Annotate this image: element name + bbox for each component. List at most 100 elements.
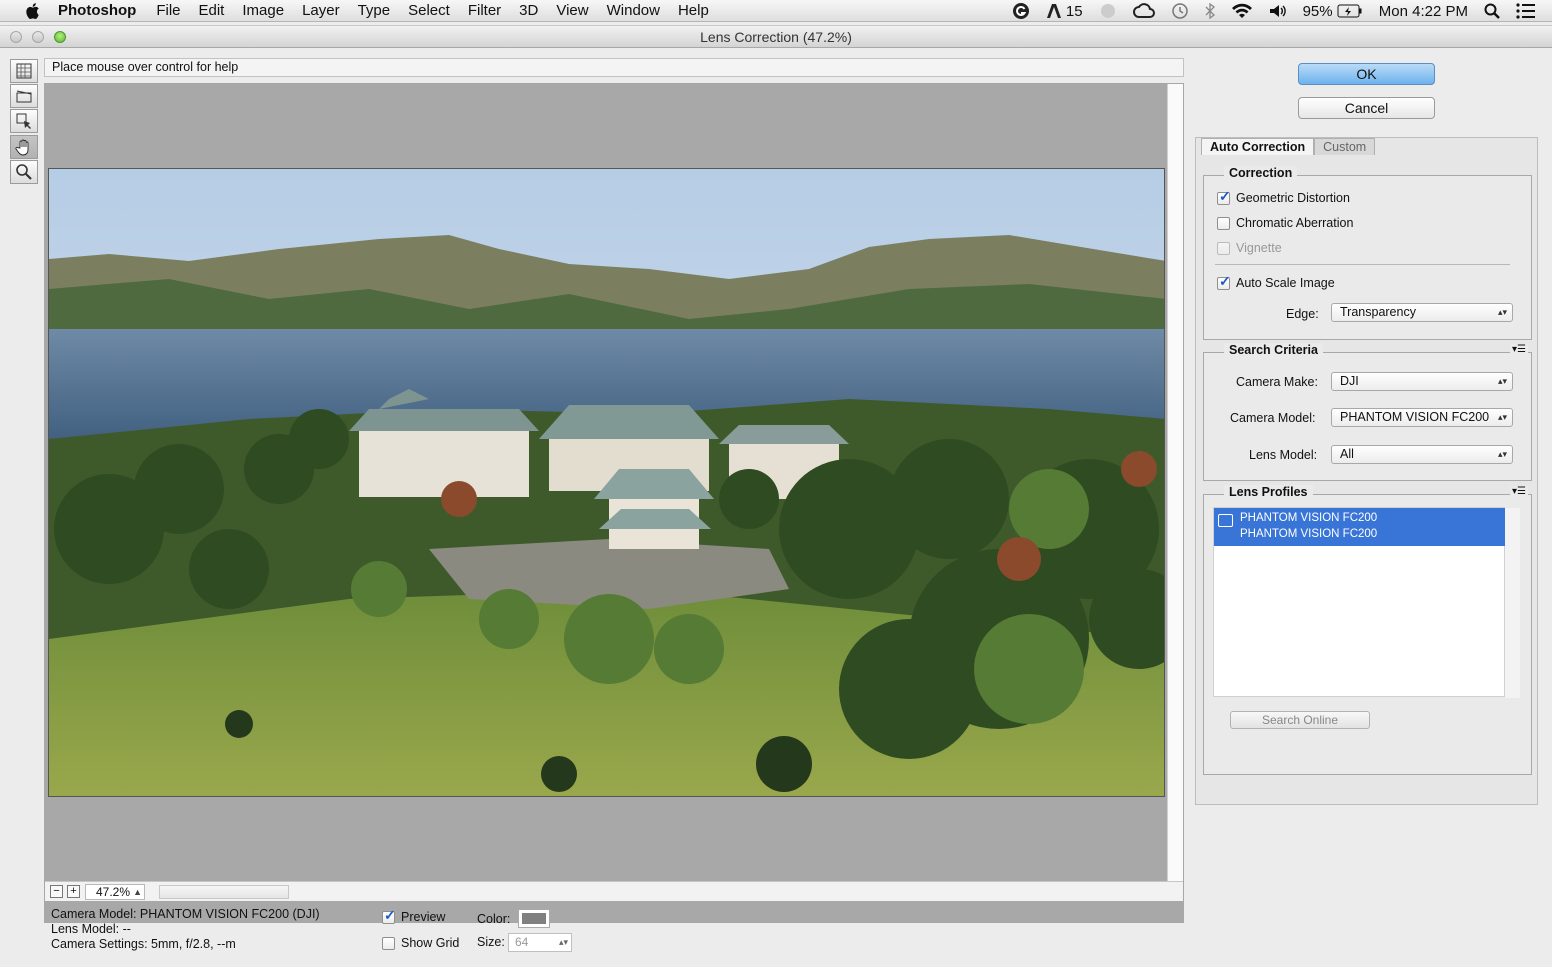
chromatic-aberration-label: Chromatic Aberration (1236, 216, 1354, 230)
lens-profile-line2: PHANTOM VISION FC200 (1240, 528, 1378, 540)
menu-file[interactable]: File (156, 2, 180, 19)
camera-make-select[interactable]: DJI ▴▾ (1331, 372, 1513, 391)
dropdown-arrow-icon: ▴▾ (1497, 412, 1507, 422)
adobe-badge: 15 (1065, 2, 1083, 20)
straighten-tool[interactable] (10, 84, 38, 108)
vignette-checkbox (1217, 241, 1230, 255)
preview-canvas[interactable]: − + 47.2% ▲ (44, 83, 1184, 923)
show-grid-option[interactable]: Show Grid (382, 936, 459, 950)
menu-clock[interactable]: Mon 4:22 PM (1379, 3, 1468, 20)
edge-select[interactable]: Transparency ▴▾ (1331, 303, 1513, 322)
title-bar: Lens Correction (47.2%) (0, 26, 1552, 48)
adobe-icon[interactable]: 15 (1046, 3, 1083, 20)
camera-make-label: Camera Make: (1236, 375, 1318, 389)
panel-menu-icon[interactable]: ▾☰ (1510, 344, 1528, 355)
geometric-distortion-checkbox[interactable] (1217, 188, 1231, 205)
ok-button[interactable]: OK (1298, 63, 1435, 85)
grammarly-icon[interactable] (1012, 2, 1030, 20)
tab-custom[interactable]: Custom (1314, 138, 1376, 155)
chromatic-aberration-option[interactable]: Chromatic Aberration (1217, 216, 1353, 230)
show-grid-checkbox[interactable] (382, 936, 395, 950)
bluetooth-icon[interactable] (1205, 3, 1215, 19)
zoom-level-field[interactable]: 47.2% ▲ (85, 883, 145, 900)
stepper-icon: ▴▾ (558, 937, 568, 947)
search-online-button[interactable]: Search Online (1230, 711, 1370, 729)
zoom-in-button[interactable]: + (67, 885, 80, 898)
menu-app-name[interactable]: Photoshop (58, 2, 136, 19)
window-title: Lens Correction (47.2%) (700, 29, 852, 45)
size-label: Size: (477, 935, 505, 949)
list-scrollbar[interactable] (1505, 508, 1520, 698)
menu-bar: Photoshop File Edit Image Layer Type Sel… (0, 0, 1552, 22)
zoom-bar: − + 47.2% ▲ (45, 881, 1183, 901)
info-camera-settings: Camera Settings: 5mm, f/2.8, --m (51, 937, 236, 951)
spotlight-icon[interactable] (1484, 3, 1500, 19)
chromatic-aberration-checkbox[interactable] (1217, 216, 1230, 230)
show-grid-label: Show Grid (401, 936, 460, 950)
dropdown-arrow-icon: ▴▾ (1497, 376, 1507, 386)
battery-percent: 95% (1302, 2, 1333, 20)
lens-profile-list[interactable]: PHANTOM VISION FC200 PHANTOM VISION FC20… (1213, 507, 1520, 698)
preview-label: Preview (401, 910, 446, 924)
profile-icon (1218, 514, 1233, 527)
info-lens-model: Lens Model: -- (51, 922, 131, 936)
lens-model-label: Lens Model: (1249, 448, 1318, 462)
menu-3d[interactable]: 3D (519, 2, 538, 19)
tab-auto-correction[interactable]: Auto Correction (1201, 138, 1315, 155)
menu-edit[interactable]: Edit (199, 2, 225, 19)
apple-icon[interactable] (22, 2, 42, 20)
preview-option[interactable]: Preview (382, 907, 446, 924)
grid-color-swatch[interactable] (518, 909, 550, 928)
auto-scale-option[interactable]: Auto Scale Image (1217, 273, 1335, 290)
lens-profile-line1: PHANTOM VISION FC200 (1240, 512, 1378, 524)
menu-filter[interactable]: Filter (468, 2, 501, 19)
hand-tool[interactable] (10, 135, 38, 159)
search-criteria-group: Search Criteria ▾☰ Camera Make: DJI ▴▾ Ca… (1203, 343, 1532, 481)
lens-correction-window: Lens Correction (47.2%) Place mouse over… (0, 25, 1552, 967)
notification-icon[interactable] (1516, 3, 1536, 19)
volume-icon[interactable] (1269, 3, 1287, 19)
grid-size-value: 64 (515, 935, 529, 949)
time-machine-icon[interactable] (1171, 2, 1189, 20)
auto-scale-label: Auto Scale Image (1236, 276, 1335, 290)
zoom-tool-icon (16, 164, 32, 180)
wifi-icon[interactable] (1231, 3, 1253, 19)
panel-menu-icon[interactable]: ▾☰ (1510, 486, 1528, 497)
lens-profile-item[interactable]: PHANTOM VISION FC200 PHANTOM VISION FC20… (1214, 508, 1505, 546)
help-text: Place mouse over control for help (44, 58, 1184, 77)
tab-bar: Auto Correction Custom (1201, 138, 1376, 155)
menu-view[interactable]: View (556, 2, 588, 19)
lens-model-select[interactable]: All ▴▾ (1331, 445, 1513, 464)
vignette-label: Vignette (1236, 241, 1282, 255)
preview-checkbox[interactable] (382, 907, 396, 924)
remove-distortion-tool[interactable] (10, 59, 38, 83)
lens-model-value: All (1340, 447, 1354, 461)
menu-help[interactable]: Help (678, 2, 709, 19)
move-grid-tool[interactable] (10, 109, 38, 133)
camera-make-value: DJI (1340, 374, 1359, 388)
hand-tool-icon (15, 139, 29, 156)
camera-model-select[interactable]: PHANTOM VISION FC200 ▴▾ (1331, 408, 1513, 427)
horizontal-scrollbar[interactable] (159, 884, 289, 899)
zoom-tool[interactable] (10, 160, 38, 184)
auto-scale-checkbox[interactable] (1217, 273, 1231, 290)
battery-status[interactable]: 95% (1303, 3, 1363, 20)
camera-model-value: PHANTOM VISION FC200 (1340, 410, 1490, 424)
grid-size-field[interactable]: 64 ▴▾ (508, 933, 572, 952)
edge-label: Edge: (1286, 307, 1319, 321)
cancel-button[interactable]: Cancel (1298, 97, 1435, 119)
lens-profiles-title: Lens Profiles (1224, 485, 1313, 499)
menu-layer[interactable]: Layer (302, 2, 340, 19)
vertical-scrollbar[interactable] (1167, 84, 1183, 881)
menu-type[interactable]: Type (358, 2, 391, 19)
info-camera-model: Camera Model: PHANTOM VISION FC200 (DJI) (51, 907, 320, 921)
move-grid-tool-icon (16, 113, 31, 129)
cloud-app-icon[interactable] (1099, 3, 1117, 19)
geometric-distortion-option[interactable]: Geometric Distortion (1217, 188, 1350, 205)
menu-select[interactable]: Select (408, 2, 450, 19)
menu-image[interactable]: Image (242, 2, 284, 19)
zoom-out-button[interactable]: − (50, 885, 63, 898)
image-info: Camera Model: PHANTOM VISION FC200 (DJI)… (51, 907, 320, 952)
creative-cloud-icon[interactable] (1132, 3, 1155, 19)
menu-window[interactable]: Window (607, 2, 660, 19)
